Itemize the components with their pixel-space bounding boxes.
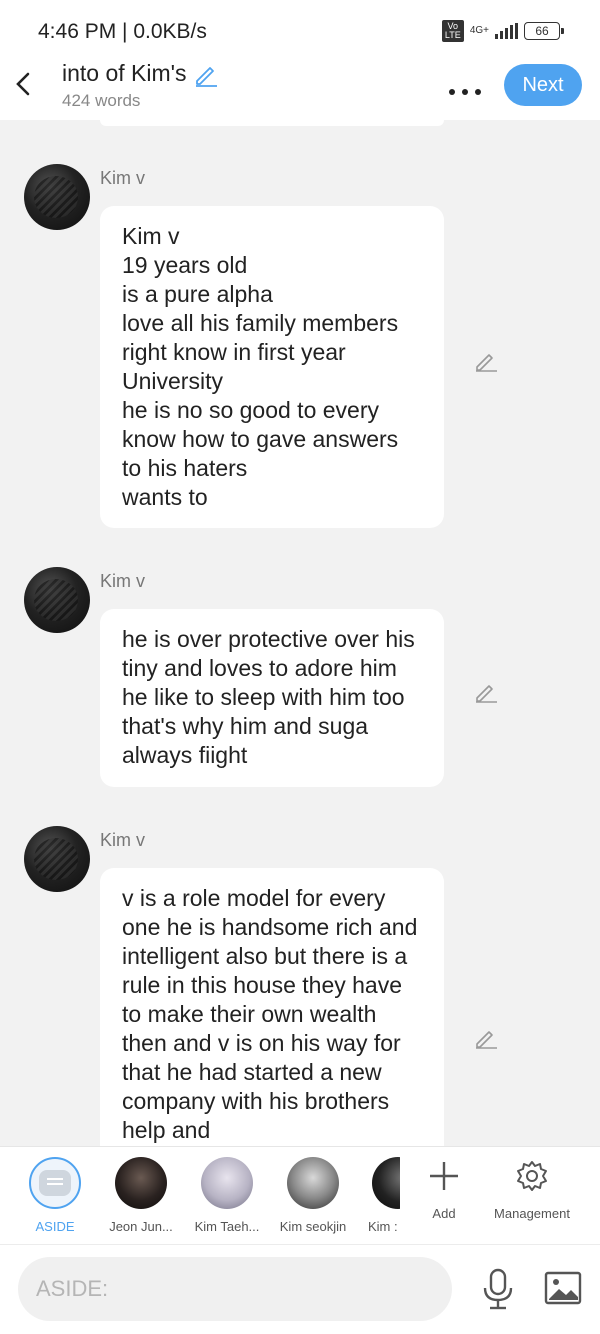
image-icon[interactable]	[544, 1271, 582, 1305]
battery-icon: 66	[524, 22, 564, 40]
character-kim-taeh[interactable]: Kim Taeh...	[186, 1157, 268, 1234]
edit-message-icon[interactable]	[474, 348, 498, 372]
management-button[interactable]: Management	[486, 1159, 578, 1221]
chat-area[interactable]: Kim v Kim v 19 years old is a pure alpha…	[0, 120, 600, 1146]
character-kim-seokjin[interactable]: Kim seokjin	[272, 1157, 354, 1234]
message-bubble[interactable]: he is over protective over his tiny and …	[100, 609, 444, 787]
signal-icon	[495, 23, 518, 39]
network-type: 4G+	[469, 25, 489, 36]
message-bubble[interactable]: Kim v 19 years old is a pure alpha love …	[100, 206, 444, 528]
character-kim-partial[interactable]: Kim :	[358, 1157, 400, 1234]
character-label: Jeon Jun...	[109, 1219, 173, 1234]
avatar[interactable]	[24, 567, 90, 633]
more-options-button[interactable]	[448, 76, 482, 104]
plus-icon	[430, 1162, 458, 1190]
status-bar: 4:46 PM | 0.0KB/s Vo LTE 4G+ 66	[0, 0, 600, 58]
message-bubble[interactable]: v is a role model for every one he is ha…	[100, 868, 444, 1146]
sender-name: Kim v	[100, 830, 145, 850]
top-bar: into of Kim's 424 words Next	[0, 58, 600, 120]
add-character-button[interactable]: Add	[420, 1159, 468, 1221]
character-jeon[interactable]: Jeon Jun...	[100, 1157, 182, 1234]
page-title: into of Kim's	[62, 60, 187, 86]
chevron-left-icon	[16, 72, 30, 96]
previous-bubble-edge	[100, 120, 444, 126]
management-label: Management	[494, 1206, 570, 1221]
gear-icon	[517, 1161, 547, 1191]
aside-avatar	[29, 1157, 81, 1209]
status-icons: Vo LTE 4G+ 66	[441, 20, 564, 42]
input-bar	[0, 1244, 600, 1334]
edit-message-icon[interactable]	[474, 1025, 498, 1049]
character-bar: ASIDE Jeon Jun... Kim Taeh... Kim seokji…	[0, 1146, 600, 1245]
next-button[interactable]: Next	[504, 64, 582, 106]
add-label: Add	[432, 1206, 456, 1221]
word-count: 424 words	[62, 91, 141, 110]
microphone-icon[interactable]	[478, 1267, 518, 1311]
sender-name: Kim v	[100, 571, 145, 591]
character-aside[interactable]: ASIDE	[18, 1157, 92, 1234]
volte-badge: Vo LTE	[441, 20, 464, 42]
avatar[interactable]	[24, 164, 90, 230]
character-label: ASIDE	[35, 1219, 75, 1234]
avatar	[115, 1157, 167, 1209]
back-button[interactable]	[12, 66, 40, 106]
status-time: 4:46 PM | 0.0KB/s	[38, 20, 207, 43]
aside-input[interactable]	[18, 1257, 452, 1321]
avatar	[201, 1157, 253, 1209]
avatar	[372, 1157, 400, 1209]
avatar	[287, 1157, 339, 1209]
story-title-block[interactable]: into of Kim's 424 words	[62, 60, 219, 111]
edit-message-icon[interactable]	[474, 679, 498, 703]
sender-name: Kim v	[100, 168, 145, 188]
edit-title-icon[interactable]	[193, 61, 219, 87]
avatar[interactable]	[24, 826, 90, 892]
speech-bubble-icon	[39, 1170, 71, 1196]
character-label: Kim :	[368, 1219, 398, 1234]
character-label: Kim Taeh...	[194, 1219, 260, 1234]
more-horizontal-icon	[449, 89, 481, 95]
character-label: Kim seokjin	[279, 1219, 347, 1234]
